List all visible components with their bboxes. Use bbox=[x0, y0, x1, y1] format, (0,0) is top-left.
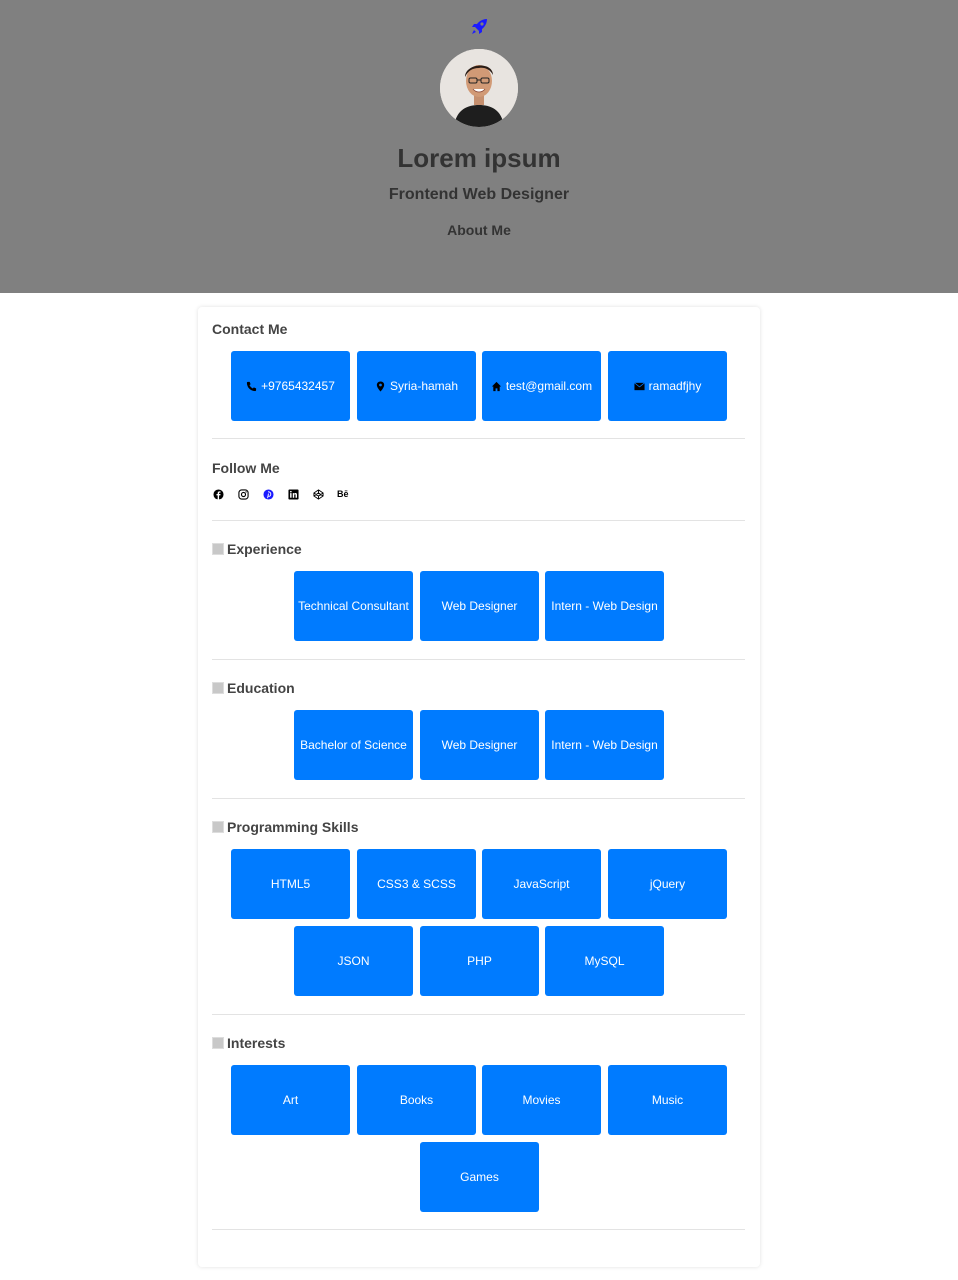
education-section-title: Education bbox=[212, 680, 295, 696]
skill-item[interactable]: CSS3 & SCSS bbox=[357, 849, 476, 919]
map-pin-icon bbox=[376, 380, 385, 392]
contact-section-title: Contact Me bbox=[212, 321, 288, 337]
skill-item[interactable]: PHP bbox=[420, 926, 539, 996]
education-item[interactable]: Bachelor of Science bbox=[294, 710, 413, 780]
interest-item[interactable]: Music bbox=[608, 1065, 727, 1135]
experience-icon bbox=[212, 543, 224, 555]
education-item[interactable]: Intern - Web Design bbox=[545, 710, 664, 780]
education-icon bbox=[212, 682, 224, 694]
interests-section-title: Interests bbox=[212, 1035, 285, 1051]
contact-location-button[interactable]: Syria-hamah bbox=[357, 351, 476, 421]
facebook-icon[interactable] bbox=[212, 488, 224, 500]
interest-item[interactable]: Movies bbox=[482, 1065, 601, 1135]
skill-item[interactable]: JavaScript bbox=[482, 849, 601, 919]
skills-section-title: Programming Skills bbox=[212, 819, 358, 835]
contact-email-button[interactable]: test@gmail.com bbox=[482, 351, 601, 421]
experience-item[interactable]: Web Designer bbox=[420, 571, 539, 641]
home-icon bbox=[491, 381, 501, 391]
interest-item[interactable]: Books bbox=[357, 1065, 476, 1135]
interest-item[interactable]: Art bbox=[231, 1065, 350, 1135]
experience-item[interactable]: Technical Consultant bbox=[294, 571, 413, 641]
skill-item[interactable]: HTML5 bbox=[231, 849, 350, 919]
pinterest-icon[interactable] bbox=[262, 488, 274, 500]
divider bbox=[212, 520, 745, 521]
experience-item[interactable]: Intern - Web Design bbox=[545, 571, 664, 641]
profile-role: Frontend Web Designer bbox=[388, 186, 570, 203]
divider bbox=[212, 438, 745, 439]
interest-item[interactable]: Games bbox=[420, 1142, 539, 1212]
resume-card: Contact Me +9765432457 Syria-hamah test@… bbox=[198, 307, 760, 1267]
rocket-icon bbox=[472, 19, 487, 34]
skill-item[interactable]: MySQL bbox=[545, 926, 664, 996]
linkedin-icon[interactable] bbox=[287, 488, 299, 500]
follow-section-title: Follow Me bbox=[212, 460, 280, 476]
divider bbox=[212, 1229, 745, 1230]
divider bbox=[212, 659, 745, 660]
about-me-link[interactable]: About Me bbox=[0, 222, 958, 238]
social-links: Bē bbox=[212, 488, 362, 500]
experience-section-title: Experience bbox=[212, 541, 302, 557]
skill-item[interactable]: jQuery bbox=[608, 849, 727, 919]
avatar bbox=[440, 49, 518, 127]
profile-name: Lorem ipsum bbox=[397, 143, 561, 173]
codepen-icon[interactable] bbox=[312, 488, 324, 500]
skill-item[interactable]: JSON bbox=[294, 926, 413, 996]
envelope-icon bbox=[633, 382, 645, 390]
instagram-icon[interactable] bbox=[237, 488, 249, 500]
education-item[interactable]: Web Designer bbox=[420, 710, 539, 780]
divider bbox=[212, 1014, 745, 1015]
phone-icon bbox=[247, 381, 257, 391]
behance-icon[interactable]: Bē bbox=[337, 488, 349, 500]
contact-phone-button[interactable]: +9765432457 bbox=[231, 351, 350, 421]
interests-icon bbox=[212, 1037, 224, 1049]
divider bbox=[212, 798, 745, 799]
contact-message-button[interactable]: ramadfjhy bbox=[608, 351, 727, 421]
skills-icon bbox=[212, 821, 224, 833]
profile-header: Lorem ipsum Frontend Web Designer About … bbox=[0, 0, 958, 293]
